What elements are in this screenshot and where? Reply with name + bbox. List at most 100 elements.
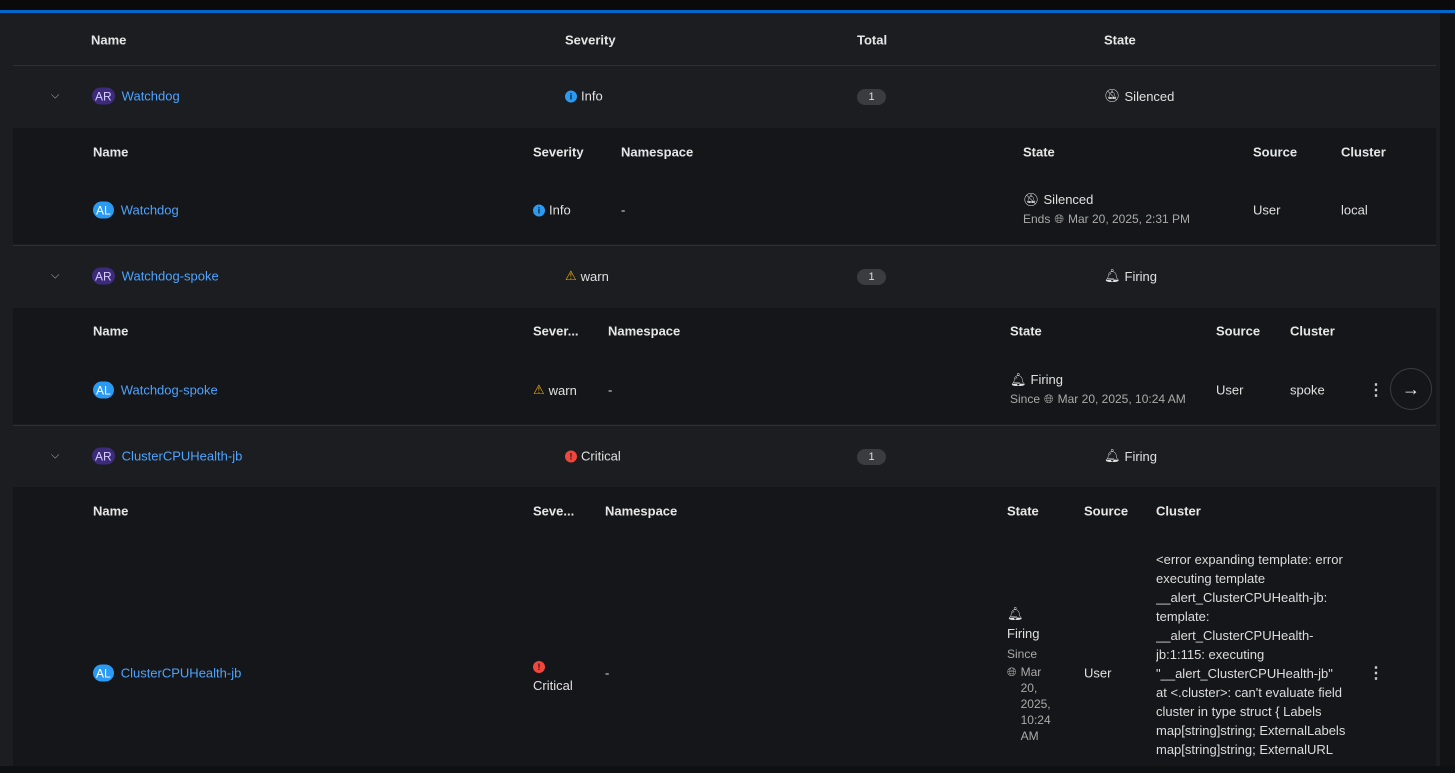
- bell-slash-icon: 🔕︎: [1023, 192, 1040, 207]
- info-icon: i: [565, 90, 577, 102]
- time-line: Mar: [1020, 665, 1042, 679]
- scroll-right-button[interactable]: →: [1390, 368, 1432, 410]
- alert-name[interactable]: AL Watchdog-spoke: [93, 381, 218, 399]
- alert-cluster: <error expanding template: error executi…: [1156, 552, 1346, 757]
- child-col-name[interactable]: Name: [93, 504, 128, 519]
- child-col-name[interactable]: Name: [93, 324, 128, 339]
- time-prefix: Since: [1010, 392, 1041, 406]
- severity: ⚠︎ warn: [565, 268, 609, 284]
- bell-icon: 🔔︎: [1010, 372, 1027, 387]
- count-badge: 1: [857, 269, 886, 285]
- alert-namespace: -: [605, 665, 610, 681]
- scrollbar[interactable]: [1440, 13, 1455, 766]
- child-col-namespace[interactable]: Namespace: [621, 145, 693, 160]
- col-total[interactable]: Total: [857, 33, 887, 48]
- alert-link[interactable]: ClusterCPUHealth-jb: [121, 666, 242, 681]
- kebab-menu-icon[interactable]: ⋮: [1368, 380, 1384, 400]
- group-name[interactable]: AR ClusterCPUHealth-jb: [92, 447, 243, 465]
- alert-name[interactable]: AL Watchdog: [93, 201, 179, 219]
- child-col-source[interactable]: Source: [1216, 324, 1260, 339]
- child-col-state[interactable]: State: [1010, 324, 1042, 339]
- child-col-state[interactable]: State: [1023, 145, 1055, 160]
- expanded-alerts: [13, 128, 1436, 244]
- state: 🔕︎ Silenced: [1104, 88, 1174, 104]
- timestamp: Mar 20, 2025, 10:24 AM: [1057, 392, 1186, 406]
- col-severity[interactable]: Severity: [565, 33, 616, 48]
- count-badge: 1: [857, 89, 886, 105]
- child-col-severity[interactable]: Seve...: [533, 504, 574, 519]
- child-col-namespace[interactable]: Namespace: [605, 504, 677, 519]
- ar-badge: AR: [92, 267, 115, 285]
- count-badge: 1: [857, 449, 886, 465]
- state-label: Silenced: [1124, 88, 1175, 104]
- divider: [13, 65, 1436, 66]
- time-line: AM: [1020, 729, 1039, 743]
- child-col-cluster[interactable]: Cluster: [1341, 145, 1386, 160]
- alert-namespace: -: [608, 382, 613, 398]
- group-link[interactable]: Watchdog-spoke: [122, 269, 219, 284]
- alert-source: User: [1084, 665, 1112, 681]
- warning-icon: ⚠︎: [565, 268, 577, 283]
- state-label: Firing: [1124, 448, 1158, 464]
- total-count: 1: [857, 449, 886, 465]
- col-state[interactable]: State: [1104, 33, 1136, 48]
- chevron-down-icon[interactable]: ⌵: [51, 270, 59, 283]
- child-col-namespace[interactable]: Namespace: [608, 324, 680, 339]
- divider: [13, 425, 1436, 426]
- bell-icon: 🔔︎: [1007, 606, 1024, 621]
- critical-icon: !: [533, 661, 545, 673]
- divider: [13, 245, 1436, 246]
- globe-icon: 🌐︎: [1054, 212, 1064, 226]
- alert-cluster: spoke: [1290, 382, 1325, 398]
- total-count: 1: [857, 89, 886, 105]
- child-col-severity[interactable]: Severity: [533, 145, 584, 160]
- bell-icon: 🔔︎: [1104, 268, 1121, 283]
- alert-cluster: local: [1341, 202, 1368, 218]
- alert-link[interactable]: Watchdog: [121, 203, 179, 218]
- child-col-state[interactable]: State: [1007, 504, 1039, 519]
- alert-state: 🔕︎ Silenced Ends 🌐︎ Mar 20, 2025, 2:31 PM: [1023, 192, 1190, 227]
- severity-label: warn: [580, 268, 609, 284]
- kebab-menu-icon[interactable]: ⋮: [1368, 663, 1384, 683]
- child-col-source[interactable]: Source: [1253, 145, 1297, 160]
- alert-name[interactable]: AL ClusterCPUHealth-jb: [93, 664, 242, 682]
- child-col-cluster[interactable]: Cluster: [1156, 504, 1201, 519]
- severity-label: Critical: [581, 448, 621, 464]
- chevron-down-icon[interactable]: ⌵: [51, 450, 59, 463]
- bell-icon: 🔔︎: [1104, 448, 1121, 463]
- severity-label: warn: [548, 382, 577, 398]
- bell-slash-icon: 🔕︎: [1104, 88, 1121, 103]
- warning-icon: ⚠︎: [533, 382, 545, 397]
- severity-label: Critical: [533, 678, 573, 693]
- child-col-name[interactable]: Name: [93, 145, 128, 160]
- group-link[interactable]: ClusterCPUHealth-jb: [122, 449, 243, 464]
- child-col-cluster[interactable]: Cluster: [1290, 324, 1335, 339]
- top-bar: [0, 0, 1455, 10]
- timestamp: Mar 20, 2025, 10:24 AM: [1021, 664, 1051, 744]
- group-name[interactable]: AR Watchdog-spoke: [92, 267, 219, 285]
- severity: i Info: [565, 89, 603, 104]
- severity: ! Critical: [565, 449, 621, 464]
- child-col-severity[interactable]: Sever...: [533, 324, 579, 339]
- globe-icon: 🌐︎: [1007, 665, 1017, 679]
- chevron-down-icon[interactable]: ⌵: [51, 90, 59, 103]
- alert-severity: ⚠︎ warn: [533, 382, 577, 398]
- child-col-source[interactable]: Source: [1084, 504, 1128, 519]
- time-line: 2025,: [1020, 697, 1051, 711]
- group-link[interactable]: Watchdog: [122, 89, 180, 104]
- info-icon: i: [533, 204, 545, 216]
- col-name[interactable]: Name: [91, 33, 126, 48]
- arrow-right-icon: →: [1402, 378, 1420, 399]
- critical-icon: !: [565, 450, 577, 462]
- state-label: Firing: [1030, 372, 1064, 387]
- time-prefix: Ends: [1023, 212, 1051, 226]
- time-prefix: Since: [1007, 647, 1038, 661]
- group-name[interactable]: AR Watchdog: [92, 87, 180, 105]
- globe-icon: 🌐︎: [1044, 392, 1054, 406]
- state: 🔔︎ Firing: [1104, 448, 1157, 464]
- al-badge: AL: [93, 381, 114, 399]
- severity-label: Info: [549, 202, 571, 218]
- state: 🔔︎ Firing: [1104, 268, 1157, 284]
- timestamp: Mar 20, 2025, 2:31 PM: [1067, 212, 1191, 226]
- alert-link[interactable]: Watchdog-spoke: [121, 383, 218, 398]
